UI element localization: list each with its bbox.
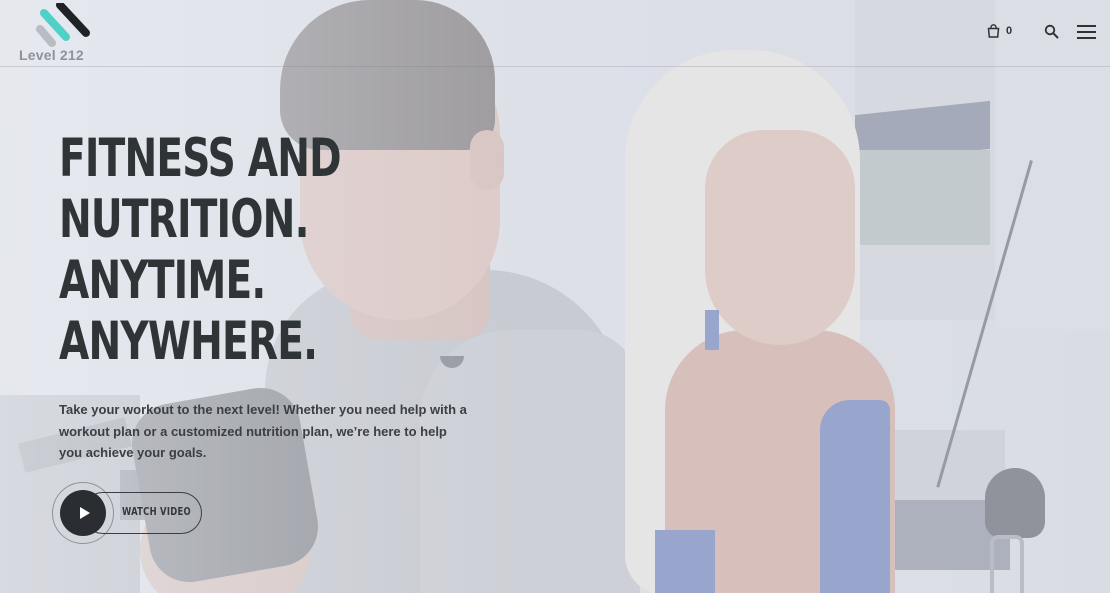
hero-subtext: Take your workout to the next level! Whe… xyxy=(59,402,467,460)
headline-line: NUTRITION. xyxy=(59,189,309,250)
headline-line: ANYWHERE. xyxy=(59,311,318,372)
headline-line: ANYTIME. xyxy=(59,250,266,311)
search-button[interactable] xyxy=(1044,24,1060,40)
play-icon[interactable] xyxy=(60,490,106,536)
logo-text: Level 212 xyxy=(19,47,84,63)
hamburger-menu-icon[interactable] xyxy=(1077,24,1096,40)
logo-mark-icon xyxy=(36,3,90,47)
search-icon xyxy=(1044,24,1059,39)
headline-line: FITNESS AND xyxy=(59,128,342,189)
watch-video-button[interactable]: WATCH VIDEO xyxy=(52,482,202,544)
shopping-bag-icon xyxy=(987,24,1000,38)
cart-count: 0 xyxy=(1006,25,1013,37)
cart-button[interactable]: 0 xyxy=(987,24,1012,38)
hero-headline: FITNESS AND NUTRITION. ANYTIME. ANYWHERE… xyxy=(59,128,342,372)
watch-video-label: WATCH VIDEO xyxy=(122,505,191,518)
logo-link[interactable]: Level 212 xyxy=(18,3,90,63)
site-header: Level 212 0 xyxy=(0,0,1110,67)
